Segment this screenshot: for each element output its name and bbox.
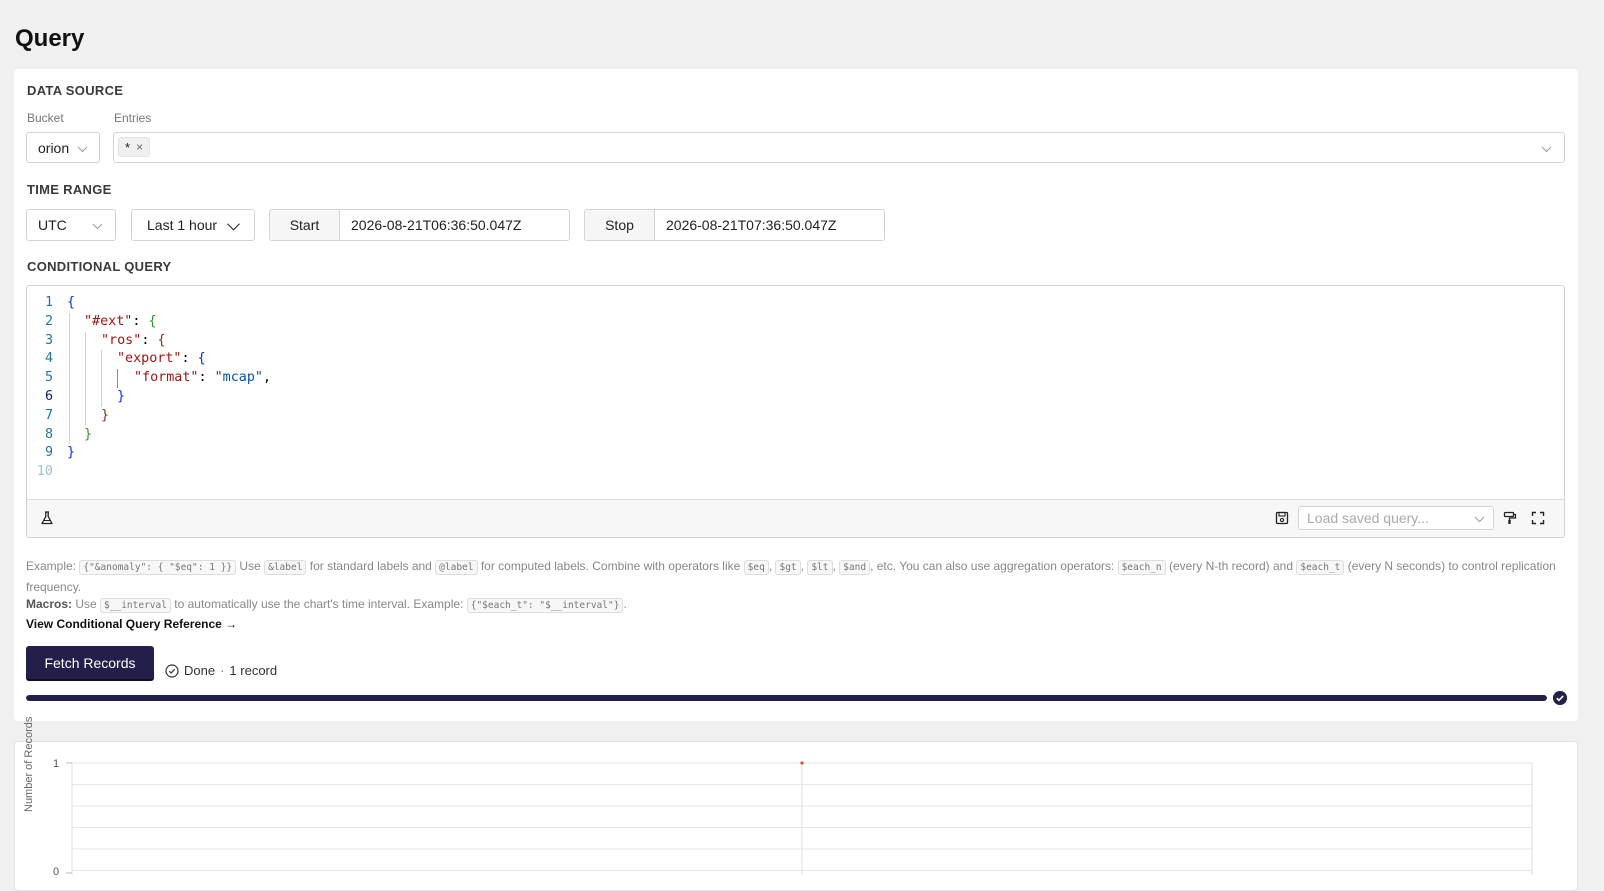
code-line: { <box>67 295 76 310</box>
chevron-down-icon <box>92 219 103 230</box>
chevron-down-icon <box>1541 141 1552 152</box>
bucket-label: Bucket <box>27 111 64 125</box>
timezone-select[interactable]: UTC <box>26 209 116 241</box>
check-circle-icon <box>165 663 179 678</box>
line-number: 9 <box>44 445 53 461</box>
code-line: } <box>67 445 76 461</box>
saved-query-placeholder: Load saved query... <box>1307 510 1429 526</box>
entry-tag-label: * <box>125 139 131 155</box>
time-preset-dropdown[interactable]: Last 1 hour <box>131 209 255 241</box>
chevron-down-icon <box>77 141 88 152</box>
query-editor[interactable]: 1 { 2 "#ext": { 3 "ros": { 4 "export": { 5 "f… <box>26 285 1565 538</box>
remove-tag-icon[interactable]: × <box>136 140 143 154</box>
code-line: "#ext": { <box>84 313 157 329</box>
start-time-input[interactable]: 2026-08-21T06:36:50.047Z <box>351 210 521 240</box>
paint-roller-icon[interactable] <box>1502 510 1518 526</box>
start-time-group: Start 2026-08-21T06:36:50.047Z <box>269 209 570 241</box>
y-axis-title: Number of Records <box>23 716 35 812</box>
editor-toolbar: Load saved query... <box>27 499 1564 537</box>
fetch-status: Done · 1 record <box>165 663 277 678</box>
status-text: Done <box>184 663 216 678</box>
stop-time-group: Stop 2026-08-21T07:36:50.047Z <box>584 209 885 241</box>
macros-help-text: Macros: Use $__interval to automatically… <box>26 597 627 613</box>
chevron-down-icon <box>1474 512 1485 523</box>
start-label: Start <box>270 210 340 240</box>
line-number: 7 <box>44 407 53 423</box>
status-separator: · <box>220 663 225 678</box>
line-number: 1 <box>44 295 53 310</box>
floppy-disk-icon[interactable] <box>1274 510 1290 526</box>
page-title: Query <box>15 25 85 52</box>
code-line: } <box>117 388 126 404</box>
code-line: "format": "mcap", <box>134 370 272 386</box>
query-help-text: Example: {"&anomaly": { "$eq": 1 }} Use … <box>26 559 1556 594</box>
record-count: 1 record <box>229 663 278 678</box>
bucket-value: orion <box>38 139 70 156</box>
code-line: "export": { <box>117 351 206 367</box>
entries-select[interactable]: * × <box>113 132 1565 163</box>
query-reference-link[interactable]: View Conditional Query Reference → <box>26 617 237 631</box>
bucket-select[interactable]: orion <box>26 132 100 163</box>
entries-label: Entries <box>114 111 152 125</box>
line-number: 3 <box>44 332 53 348</box>
data-source-title: DATA SOURCE <box>27 83 124 98</box>
line-number: 2 <box>44 313 53 329</box>
flask-icon[interactable] <box>39 510 55 526</box>
y-tick-label: 1 <box>53 758 60 770</box>
line-number: 6 <box>44 388 53 404</box>
stop-label: Stop <box>585 210 655 240</box>
line-number: 8 <box>44 426 53 442</box>
expand-icon[interactable] <box>1530 510 1546 526</box>
data-point[interactable] <box>800 761 804 765</box>
line-number: 5 <box>44 370 53 386</box>
progress-complete-icon <box>1553 691 1567 705</box>
code-line: } <box>101 407 110 423</box>
line-number: 4 <box>44 351 53 367</box>
entry-tag: * × <box>118 137 151 157</box>
progress-bar <box>26 695 1547 701</box>
line-number: 10 <box>36 464 53 480</box>
chevron-down-icon <box>227 217 240 231</box>
code-line: } <box>84 426 93 442</box>
timezone-value: UTC <box>38 217 67 233</box>
time-preset-value: Last 1 hour <box>147 217 218 233</box>
progress-fill <box>26 695 1547 701</box>
records-chart <box>66 761 1533 875</box>
y-tick-label: 0 <box>53 866 60 878</box>
time-range-title: TIME RANGE <box>27 182 112 197</box>
conditional-query-title: CONDITIONAL QUERY <box>27 259 172 274</box>
code-line: "ros": { <box>101 332 166 348</box>
saved-query-select[interactable]: Load saved query... <box>1298 506 1494 530</box>
stop-time-input[interactable]: 2026-08-21T07:36:50.047Z <box>666 210 836 240</box>
fetch-records-button[interactable]: Fetch Records <box>26 646 154 679</box>
